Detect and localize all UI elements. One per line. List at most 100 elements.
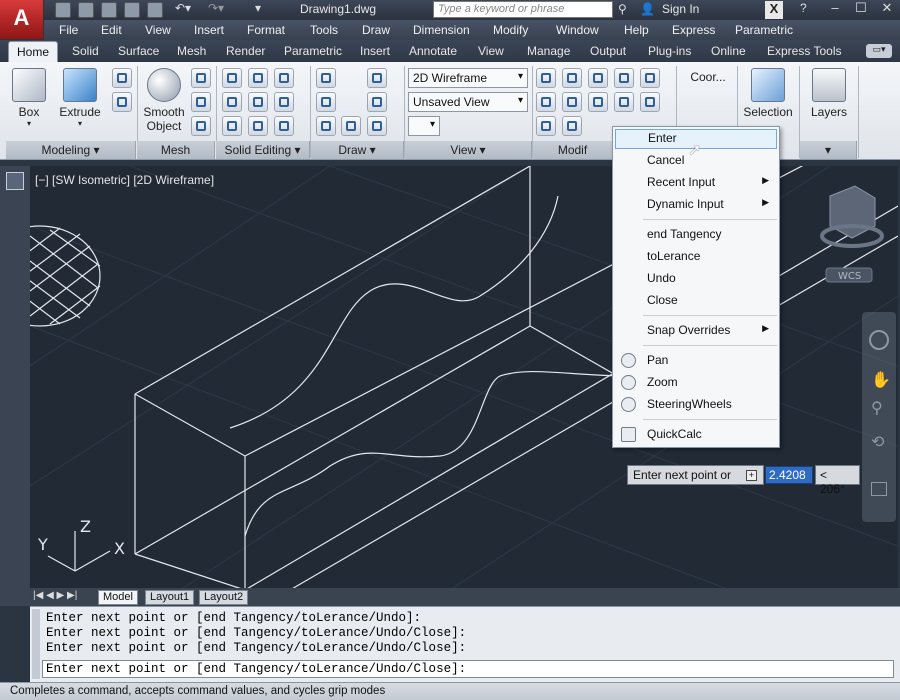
menu-item-steeringwheels[interactable]: SteeringWheels — [615, 395, 777, 415]
chamfer-icon[interactable] — [640, 92, 660, 112]
menu-view[interactable]: View — [145, 23, 171, 37]
fillet-icon[interactable] — [614, 68, 634, 88]
menu-item-dynamic-input[interactable]: Dynamic Input ▶ — [615, 195, 777, 215]
menu-item-recent-input[interactable]: Recent Input ▶ — [615, 173, 777, 193]
circle-icon[interactable] — [367, 92, 387, 112]
coordinates-button[interactable]: Coor... — [683, 70, 733, 84]
union-small-icon[interactable] — [112, 92, 132, 112]
menu-item-quickcalc[interactable]: QuickCalc — [615, 425, 777, 445]
tab-layout2[interactable]: Layout2 — [199, 590, 249, 605]
dynamic-input-distance-field[interactable]: 2.4208 — [765, 466, 813, 484]
tab-home[interactable]: Home — [8, 41, 59, 62]
plot-icon[interactable] — [147, 2, 163, 18]
rectangle-icon[interactable] — [341, 116, 361, 136]
menu-file[interactable]: File — [59, 23, 78, 37]
tab-view[interactable]: View — [478, 44, 504, 58]
menu-item-undo[interactable]: Undo — [615, 269, 777, 289]
erase-icon[interactable] — [536, 116, 556, 136]
tab-express-tools[interactable]: Express Tools — [767, 44, 841, 58]
orbit-nav-icon[interactable]: ⟲ — [871, 432, 884, 452]
menu-format[interactable]: Format — [247, 23, 285, 37]
maximize-button[interactable]: ☐ — [848, 0, 874, 18]
panel-modeling[interactable]: Modeling ▾ — [6, 141, 136, 159]
smooth-object-button[interactable]: Smooth Object — [140, 68, 188, 133]
zoom-nav-icon[interactable]: ⚲ — [871, 398, 883, 418]
menu-parametric[interactable]: Parametric — [735, 23, 793, 37]
menu-express[interactable]: Express — [672, 23, 715, 37]
spline-icon[interactable] — [316, 92, 336, 112]
tab-annotate[interactable]: Annotate — [409, 44, 457, 58]
user-icon[interactable]: 👤 — [640, 2, 655, 16]
menu-tools[interactable]: Tools — [310, 23, 338, 37]
menu-window[interactable]: Window — [556, 23, 599, 37]
tab-insert[interactable]: Insert — [360, 44, 390, 58]
open-icon[interactable] — [78, 2, 94, 18]
3d-mirror-icon[interactable] — [562, 116, 582, 136]
thicken-icon[interactable] — [248, 116, 268, 136]
ellipse-icon[interactable] — [367, 116, 387, 136]
extrude-faces-icon[interactable] — [274, 92, 294, 112]
dynamic-input-angle-field[interactable]: < 206° — [815, 465, 860, 496]
tab-solid[interactable]: Solid — [72, 44, 99, 58]
rotate-icon[interactable] — [588, 92, 608, 112]
menu-item-zoom[interactable]: Zoom — [615, 373, 777, 393]
union-icon[interactable] — [222, 68, 242, 88]
viewcube-icon[interactable] — [820, 185, 884, 248]
trim-icon[interactable] — [640, 68, 660, 88]
panel-mesh[interactable]: Mesh — [137, 141, 215, 159]
solid-history-icon[interactable] — [248, 68, 268, 88]
smooth-more-icon[interactable] — [191, 68, 211, 88]
tab-online[interactable]: Online — [711, 44, 746, 58]
menu-item-end-tangency[interactable]: end Tangency — [615, 225, 777, 245]
saveas-icon[interactable] — [124, 2, 140, 18]
tab-output[interactable]: Output — [590, 44, 626, 58]
tab-mesh[interactable]: Mesh — [177, 44, 206, 58]
panel-draw[interactable]: Draw ▾ — [311, 141, 404, 159]
line-icon[interactable] — [316, 68, 336, 88]
new-icon[interactable] — [55, 2, 71, 18]
slice-icon[interactable] — [248, 92, 268, 112]
menu-item-close[interactable]: Close — [615, 291, 777, 311]
undo-icon[interactable]: ↶▾ — [175, 1, 191, 15]
menu-help[interactable]: Help — [624, 23, 649, 37]
save-icon[interactable] — [101, 2, 117, 18]
tab-parametric[interactable]: Parametric — [284, 44, 342, 58]
command-line-grip[interactable] — [32, 609, 40, 679]
refine-mesh-icon[interactable] — [191, 116, 211, 136]
tab-model[interactable]: Model — [98, 590, 138, 605]
move-gizmo-icon[interactable] — [536, 68, 556, 88]
smooth-less-icon[interactable] — [191, 92, 211, 112]
selection-button[interactable]: Selection — [740, 68, 796, 119]
move-icon[interactable] — [588, 68, 608, 88]
box-button[interactable]: Box ▾ — [8, 68, 50, 128]
menu-item-snap-overrides[interactable]: Snap Overrides ▶ — [615, 321, 777, 341]
layout-nav-arrows-icon[interactable]: |◀ ◀ ▶ ▶| — [33, 590, 77, 601]
options-expand-icon[interactable]: + — [746, 470, 757, 481]
rotate3d-icon[interactable] — [562, 68, 582, 88]
pan-nav-icon[interactable]: ✋ — [871, 370, 891, 390]
menu-modify[interactable]: Modify — [493, 23, 528, 37]
application-menu-button[interactable]: A — [0, 0, 44, 40]
tab-surface[interactable]: Surface — [118, 44, 159, 58]
menu-dimension[interactable]: Dimension — [413, 23, 470, 37]
close-window-button[interactable]: ✕ — [874, 0, 900, 18]
align-icon[interactable] — [536, 92, 556, 112]
redo-icon[interactable]: ↷▾ — [208, 1, 224, 15]
polygon-icon[interactable] — [316, 116, 336, 136]
tab-render[interactable]: Render — [226, 44, 265, 58]
panel-view[interactable]: View ▾ — [405, 141, 532, 159]
menu-item-tolerance[interactable]: toLerance — [615, 247, 777, 267]
search-input[interactable]: Type a keyword or phrase — [433, 1, 613, 18]
arc-icon[interactable] — [367, 68, 387, 88]
intersect-icon[interactable] — [222, 116, 242, 136]
panel-layers-expand[interactable]: ▾ — [800, 141, 857, 159]
menu-draw[interactable]: Draw — [362, 23, 390, 37]
offset-icon[interactable] — [614, 92, 634, 112]
3d-array-icon[interactable] — [562, 92, 582, 112]
subtract-icon[interactable] — [222, 92, 242, 112]
viewport-config-dropdown[interactable] — [408, 116, 440, 136]
steering-wheel-nav-icon[interactable] — [869, 330, 889, 350]
workspace-dropdown-icon[interactable]: ▾ — [255, 1, 261, 15]
ribbon-minimize-icon[interactable]: ▭▾ — [866, 44, 892, 58]
panel-solid-editing[interactable]: Solid Editing ▾ — [216, 141, 310, 159]
